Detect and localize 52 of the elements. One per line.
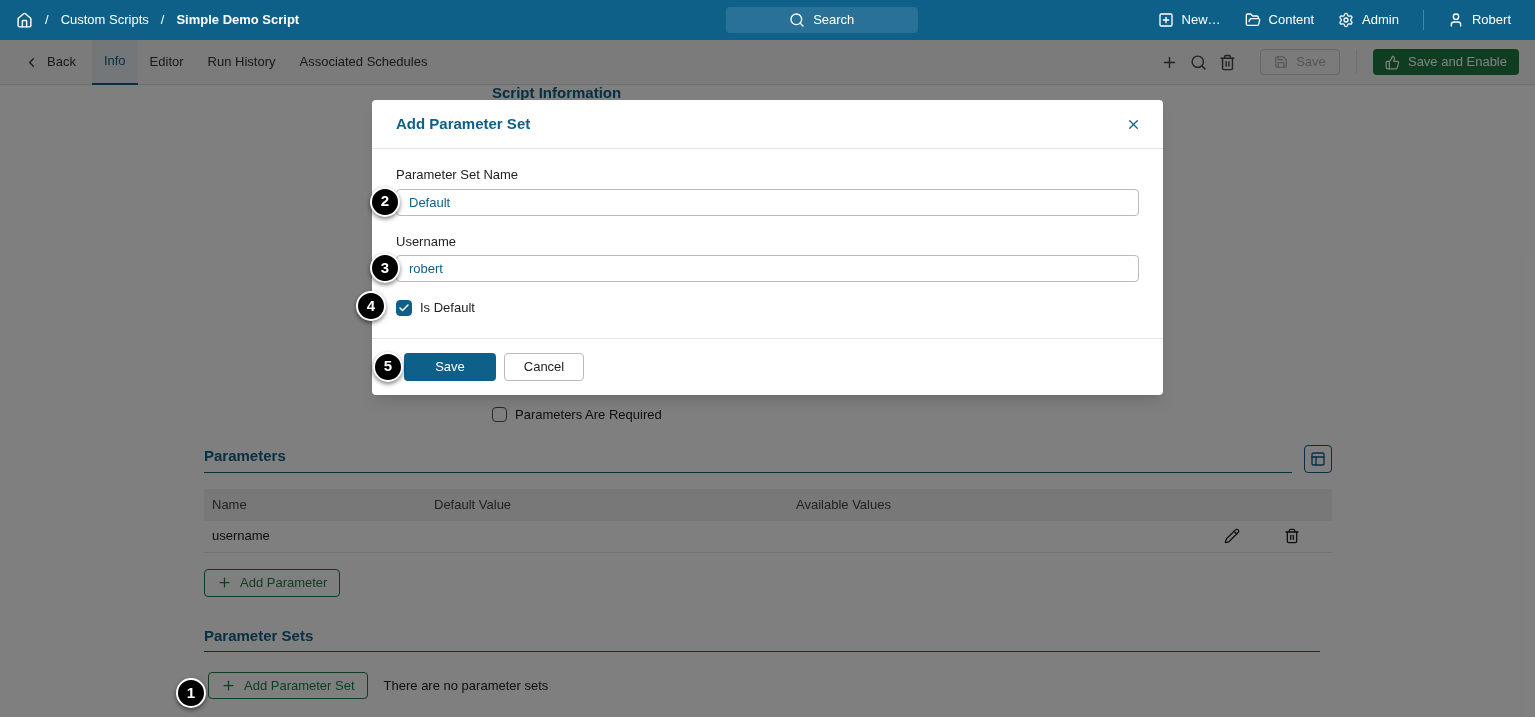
table-cell-text: username [212, 527, 271, 546]
settings-icon [1338, 12, 1355, 28]
search-button[interactable]: Search [725, 7, 918, 33]
check-icon [398, 301, 410, 314]
back-link[interactable]: Back [24, 52, 76, 72]
tab[interactable]: Editor [137, 39, 196, 85]
nav-link[interactable]: Admin [1338, 10, 1399, 30]
checkbox-label: Is Default [420, 299, 475, 317]
column-header: Default Value [434, 495, 513, 514]
folder-icon [1244, 12, 1261, 28]
thumbs-up-icon [1384, 54, 1400, 70]
field-label: Parameter Set Name [396, 166, 519, 184]
field-label: Username [396, 232, 456, 251]
tab[interactable]: Run History [195, 39, 288, 85]
breadcrumb-separator: / [160, 11, 165, 30]
checkbox[interactable] [492, 407, 507, 423]
search-icon[interactable] [1189, 53, 1207, 71]
section-heading: Parameters [204, 447, 286, 464]
column-header: Name [212, 495, 248, 514]
tab[interactable]: Associated Schedules [287, 39, 440, 85]
callout-badge: 4 [356, 291, 386, 321]
callout-badge: 3 [370, 253, 400, 283]
breadcrumb-separator: / [45, 11, 49, 30]
section-heading: Script Information [492, 85, 622, 100]
cancel-button[interactable]: Cancel [504, 352, 584, 381]
breadcrumb-link[interactable]: Simple Demo Script [176, 10, 300, 30]
text-field[interactable]: Default [396, 188, 1139, 216]
column-header: Available Values [796, 495, 892, 514]
edit-icon[interactable] [1224, 528, 1240, 544]
trash-icon[interactable] [1284, 528, 1300, 544]
layout-icon [1310, 450, 1326, 467]
trash-icon[interactable] [1218, 53, 1236, 71]
callout-badge: 2 [370, 186, 400, 217]
checkbox-label: Parameters Are Required [515, 406, 662, 424]
search-icon [789, 12, 806, 28]
text-field[interactable]: robert [396, 255, 1139, 282]
home-icon[interactable] [16, 11, 33, 29]
user-menu[interactable]: Robert [1447, 10, 1511, 30]
plus-square-icon [1157, 12, 1174, 28]
save-button[interactable]: Save [404, 352, 496, 381]
layout-button[interactable] [1304, 444, 1332, 473]
nav-link[interactable]: New… [1157, 10, 1221, 30]
callout-badge: 1 [176, 678, 206, 708]
nav-link[interactable]: Content [1244, 10, 1315, 30]
callout-badge: 5 [373, 351, 403, 382]
section-heading: Parameter Sets [204, 626, 314, 644]
plus-icon [217, 575, 232, 590]
checkbox[interactable] [396, 299, 412, 316]
breadcrumb-link[interactable]: Custom Scripts [60, 10, 149, 30]
plus-icon [221, 678, 236, 693]
empty-message: There are no parameter sets [383, 676, 549, 695]
dialog-title: Add Parameter Set [396, 113, 531, 134]
